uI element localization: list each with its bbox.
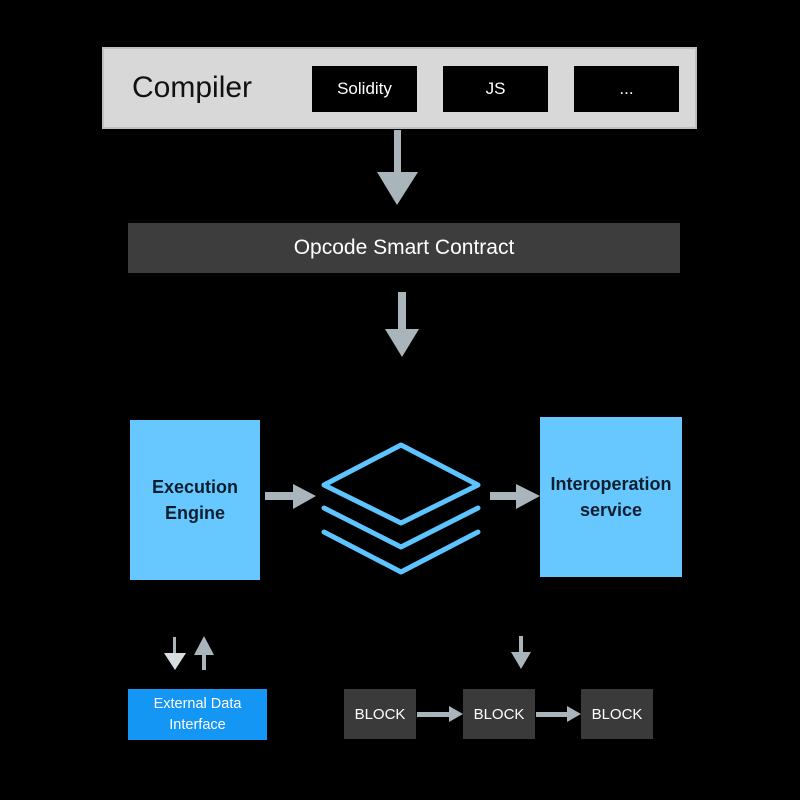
- arrow-right-exec-icon: [265, 484, 316, 509]
- arrow-down-external-head-icon: [164, 653, 186, 670]
- layers-icon: [321, 442, 481, 575]
- connectors: [164, 130, 581, 722]
- arrow-up-external-icon: [194, 636, 214, 670]
- arrow-block1-block2-icon: [417, 706, 463, 722]
- arrow-down-opcode-icon: [385, 292, 419, 357]
- arrow-down-compiler-icon: [377, 130, 418, 205]
- arrow-down-interop-icon: [511, 636, 531, 669]
- arrow-block2-block3-icon: [536, 706, 581, 722]
- arrow-right-interop-icon: [490, 484, 540, 509]
- arrow-down-external-icon: [173, 637, 176, 655]
